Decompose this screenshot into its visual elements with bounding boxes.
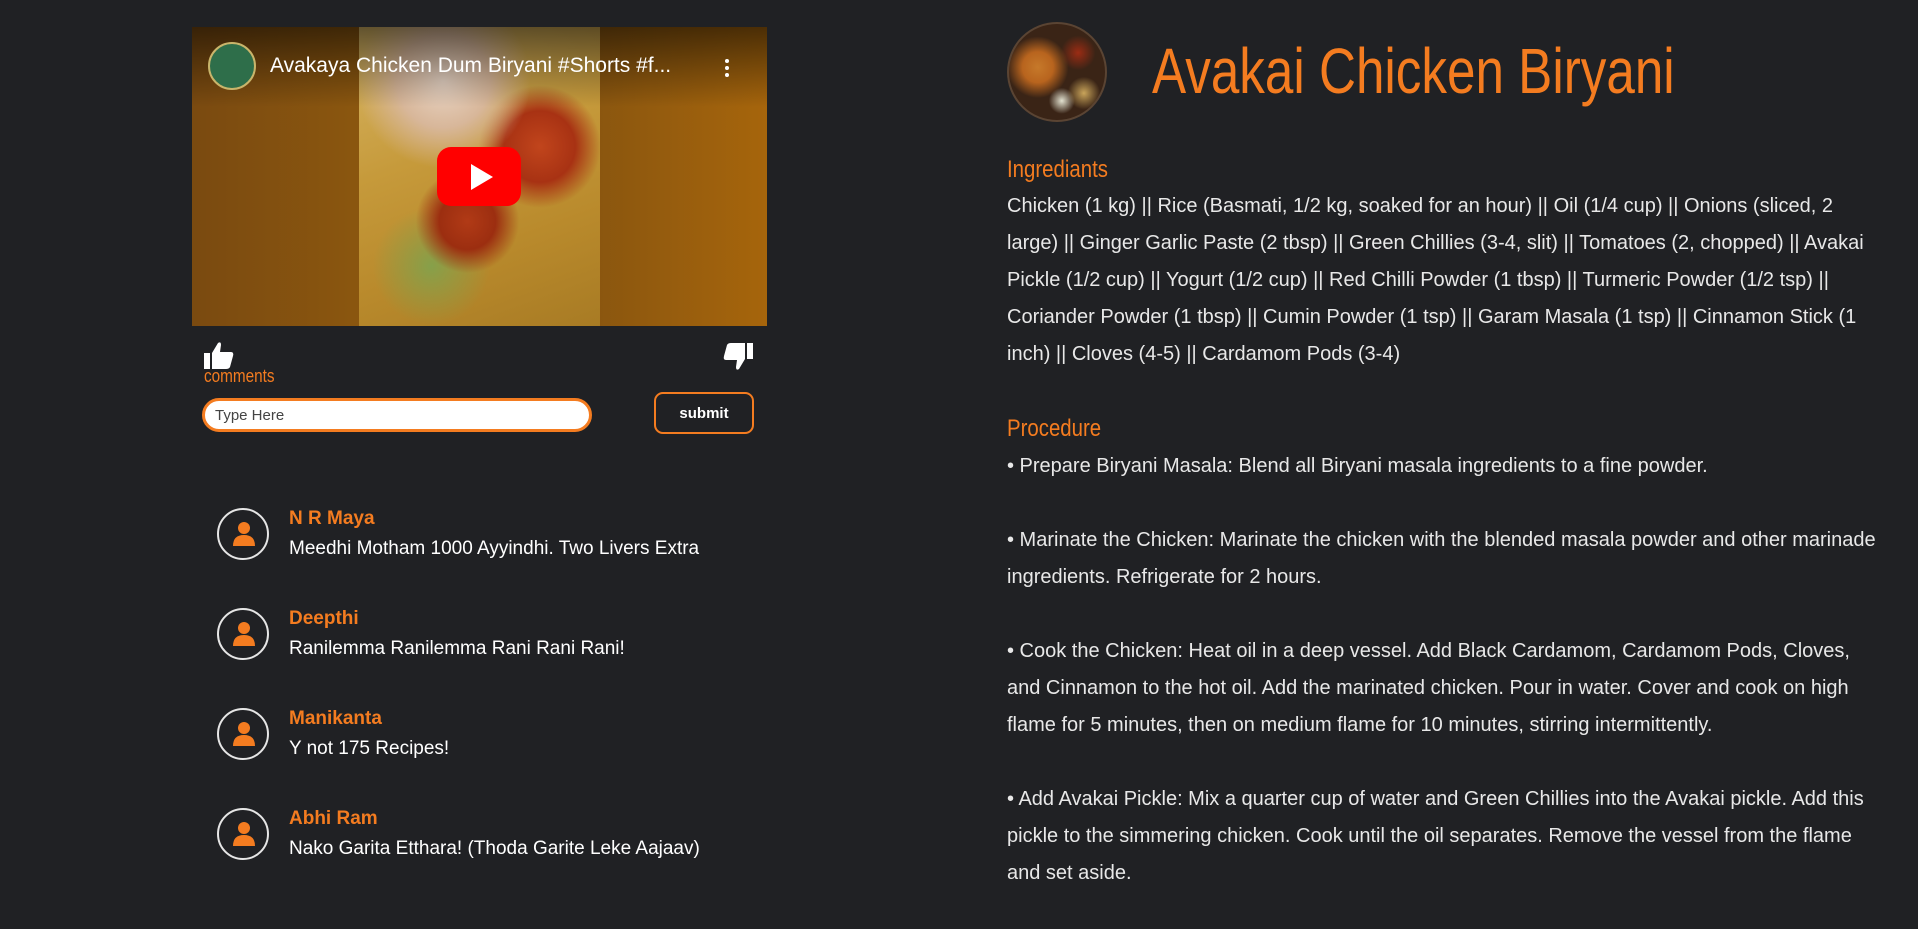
comment-author: Manikanta <box>289 708 382 729</box>
user-icon <box>233 722 255 746</box>
comments-section: comments submit N R Maya Meedhi Motham 1… <box>192 0 792 896</box>
comment-author: N R Maya <box>289 508 375 529</box>
comment-text: Meedhi Motham 1000 Ayyindhi. Two Livers … <box>289 538 700 559</box>
submit-button[interactable]: submit <box>654 392 754 434</box>
user-icon <box>233 622 255 646</box>
comment-text: Ranilemma Ranilemma Rani Rani Rani! <box>289 638 625 659</box>
recipe-title: Avakai Chicken Biryani <box>1152 35 1675 107</box>
comment-author: Abhi Ram <box>289 808 378 829</box>
ingredients-text: Chicken (1 kg) || Rice (Basmati, 1/2 kg,… <box>1007 195 1864 365</box>
procedure-step: • Marinate the Chicken: Marinate the chi… <box>1007 529 1876 588</box>
procedure-label: Procedure <box>1007 415 1102 442</box>
procedure-step: • Cook the Chicken: Heat oil in a deep v… <box>1007 640 1850 736</box>
comment-item: N R Maya Meedhi Motham 1000 Ayyindhi. Tw… <box>217 508 777 568</box>
comment-item: Abhi Ram Nako Garita Etthara! (Thoda Gar… <box>217 808 777 868</box>
user-avatar <box>217 808 269 860</box>
user-avatar <box>217 708 269 760</box>
procedure-step: • Add Avakai Pickle: Mix a quarter cup o… <box>1007 788 1864 884</box>
user-icon <box>233 522 255 546</box>
comment-text: Y not 175 Recipes! <box>289 738 450 759</box>
comments-label: comments <box>204 366 275 386</box>
user-icon <box>233 822 255 846</box>
procedure-step: • Prepare Biryani Masala: Blend all Biry… <box>1007 455 1708 477</box>
user-avatar <box>217 508 269 560</box>
comment-item: Manikanta Y not 175 Recipes! <box>217 708 777 768</box>
user-avatar <box>217 608 269 660</box>
recipe-image <box>1007 22 1107 122</box>
ingredients-label: Ingrediants <box>1007 156 1108 183</box>
comment-input[interactable] <box>202 398 592 432</box>
comment-author: Deepthi <box>289 608 359 629</box>
procedure-steps: • Prepare Biryani Masala: Blend all Biry… <box>1007 448 1877 929</box>
comment-item: Deepthi Ranilemma Ranilemma Rani Rani Ra… <box>217 608 777 668</box>
comment-text: Nako Garita Etthara! (Thoda Garite Leke … <box>289 838 700 859</box>
